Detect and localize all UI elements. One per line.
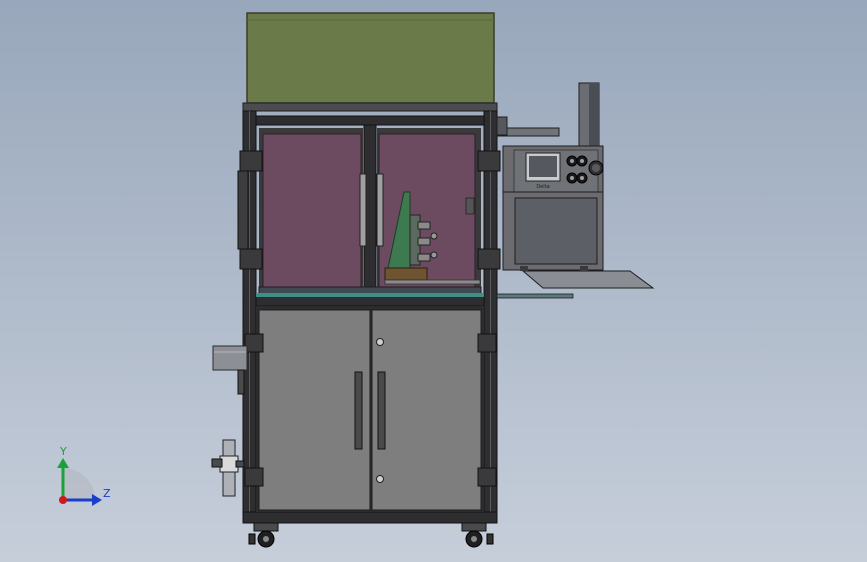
coordinate-triad: Y Z <box>57 445 111 506</box>
y-axis-arrowhead <box>57 458 69 468</box>
air-filter-regulator[interactable] <box>211 439 245 497</box>
hmi-screen[interactable] <box>525 152 561 182</box>
x-axis-origin <box>59 496 67 504</box>
y-axis-label: Y <box>59 445 67 458</box>
exhaust-duct[interactable] <box>212 345 248 395</box>
z-axis-label: Z <box>103 487 111 500</box>
lower-cabinet[interactable] <box>256 306 484 512</box>
hmi-brand-label: Delta <box>536 184 549 190</box>
z-axis-arrowhead <box>92 494 102 506</box>
top-cover[interactable] <box>242 12 498 112</box>
casters <box>248 522 494 548</box>
cad-viewport[interactable]: Delta Y Z <box>0 0 867 562</box>
side-rail <box>496 293 574 299</box>
signal-column[interactable] <box>578 82 600 149</box>
support-arm <box>496 116 560 137</box>
emergency-stop-button[interactable] <box>588 160 604 176</box>
